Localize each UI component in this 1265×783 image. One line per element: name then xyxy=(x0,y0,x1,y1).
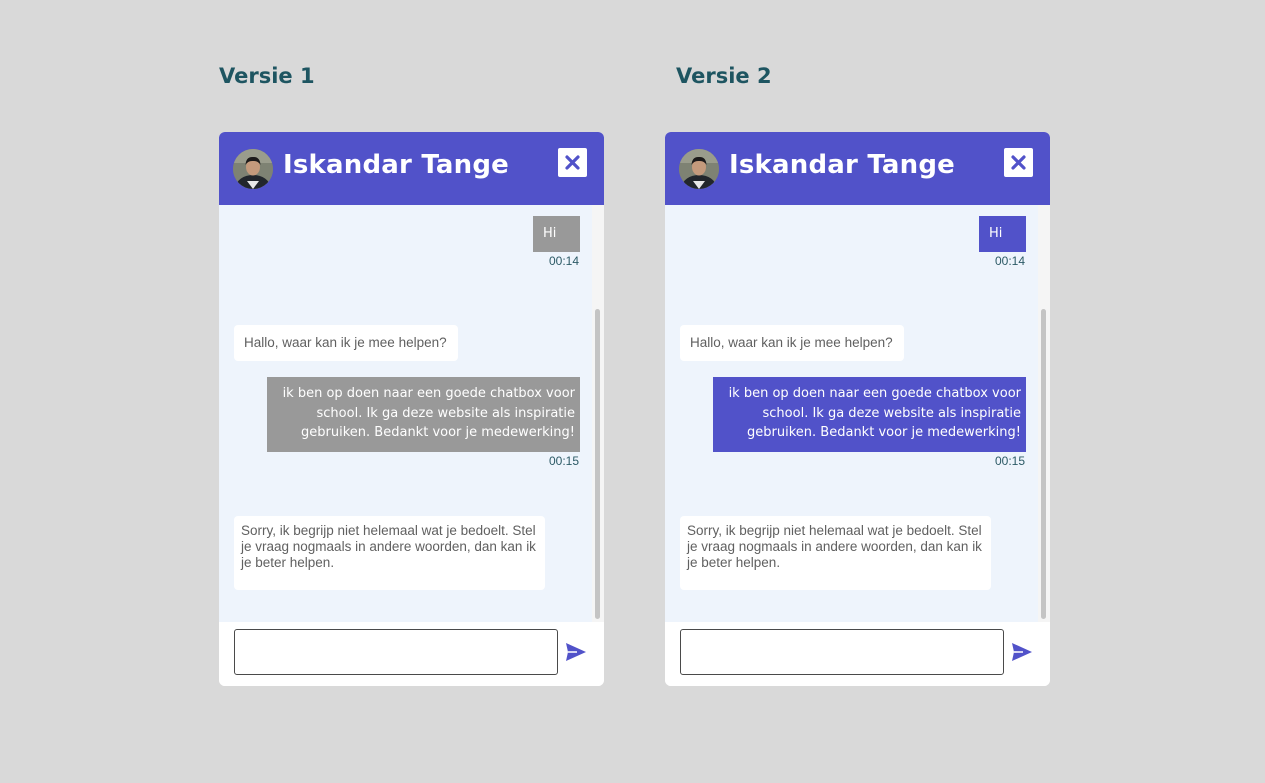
chat-widget-version-2: Iskandar Tange Hi 00:14 Hallo, waar kan … xyxy=(665,132,1050,686)
chat-header: Iskandar Tange xyxy=(665,132,1050,205)
message-time: 00:14 xyxy=(548,254,579,268)
user-message: ik ben op doen naar een goede chatbox vo… xyxy=(713,377,1026,452)
close-button[interactable] xyxy=(558,148,587,177)
send-button[interactable] xyxy=(565,642,587,662)
user-message: Hi xyxy=(533,216,580,252)
bot-message: Hallo, waar kan ik je mee helpen? xyxy=(680,325,904,361)
message-time: 00:14 xyxy=(994,254,1025,268)
send-icon xyxy=(1012,643,1032,661)
chat-footer xyxy=(219,622,604,686)
send-button[interactable] xyxy=(1011,642,1033,662)
bot-message: Sorry, ik begrijp niet helemaal wat je b… xyxy=(234,516,545,590)
message-time: 00:15 xyxy=(548,454,579,468)
version-1-title: Versie 1 xyxy=(219,64,315,88)
close-icon xyxy=(1011,155,1026,170)
scrollbar-thumb[interactable] xyxy=(595,309,600,619)
user-message: Hi xyxy=(979,216,1026,252)
chat-header: Iskandar Tange xyxy=(219,132,604,205)
avatar xyxy=(233,149,273,189)
scrollbar-thumb[interactable] xyxy=(1041,309,1046,619)
chat-widget-version-1: Iskandar Tange Hi 00:14 Hallo, waar kan … xyxy=(219,132,604,686)
bot-message: Sorry, ik begrijp niet helemaal wat je b… xyxy=(680,516,991,590)
message-input[interactable] xyxy=(680,629,1004,675)
contact-name: Iskandar Tange xyxy=(729,150,956,180)
contact-name: Iskandar Tange xyxy=(283,150,510,180)
message-input[interactable] xyxy=(234,629,558,675)
bot-message: Hallo, waar kan ik je mee helpen? xyxy=(234,325,458,361)
avatar xyxy=(679,149,719,189)
user-message: ik ben op doen naar een goede chatbox vo… xyxy=(267,377,580,452)
send-icon xyxy=(566,643,586,661)
close-icon xyxy=(565,155,580,170)
version-2-title: Versie 2 xyxy=(676,64,772,88)
message-time: 00:15 xyxy=(994,454,1025,468)
close-button[interactable] xyxy=(1004,148,1033,177)
chat-footer xyxy=(665,622,1050,686)
